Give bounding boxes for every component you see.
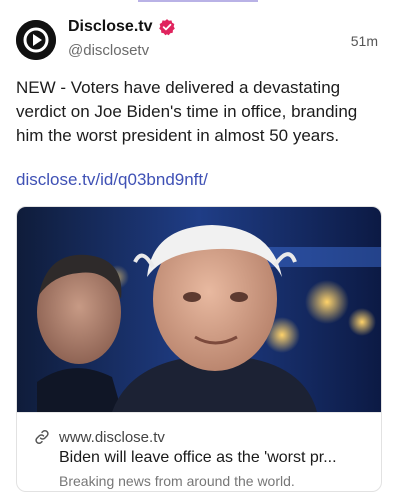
author-name[interactable]: Disclose.tv — [68, 18, 152, 36]
link-card[interactable]: www.disclose.tv Biden will leave office … — [16, 206, 382, 492]
link-card-description: Breaking news from around the world. — [59, 473, 295, 489]
author-row: Disclose.tv — [68, 18, 176, 36]
link-icon — [35, 429, 49, 445]
link-card-meta: www.disclose.tv Biden will leave office … — [17, 412, 381, 491]
news-photo-image — [17, 207, 381, 412]
disclose-logo-icon — [16, 20, 56, 60]
post[interactable]: Disclose.tv @disclosetv 51m NEW - Voters… — [0, 0, 396, 500]
link-card-title: Biden will leave office as the 'worst pr… — [59, 449, 337, 466]
verified-badge-icon — [159, 19, 176, 36]
post-link[interactable]: disclose.tv/id/q03bnd9nft/ — [16, 170, 208, 190]
post-text: NEW - Voters have delivered a devastatin… — [16, 78, 358, 145]
link-card-domain-row: www.disclose.tv — [33, 428, 165, 446]
link-card-domain: www.disclose.tv — [59, 428, 165, 446]
author-handle[interactable]: @disclosetv — [68, 42, 149, 59]
avatar[interactable] — [16, 20, 56, 60]
post-time[interactable]: 51m — [351, 33, 378, 49]
